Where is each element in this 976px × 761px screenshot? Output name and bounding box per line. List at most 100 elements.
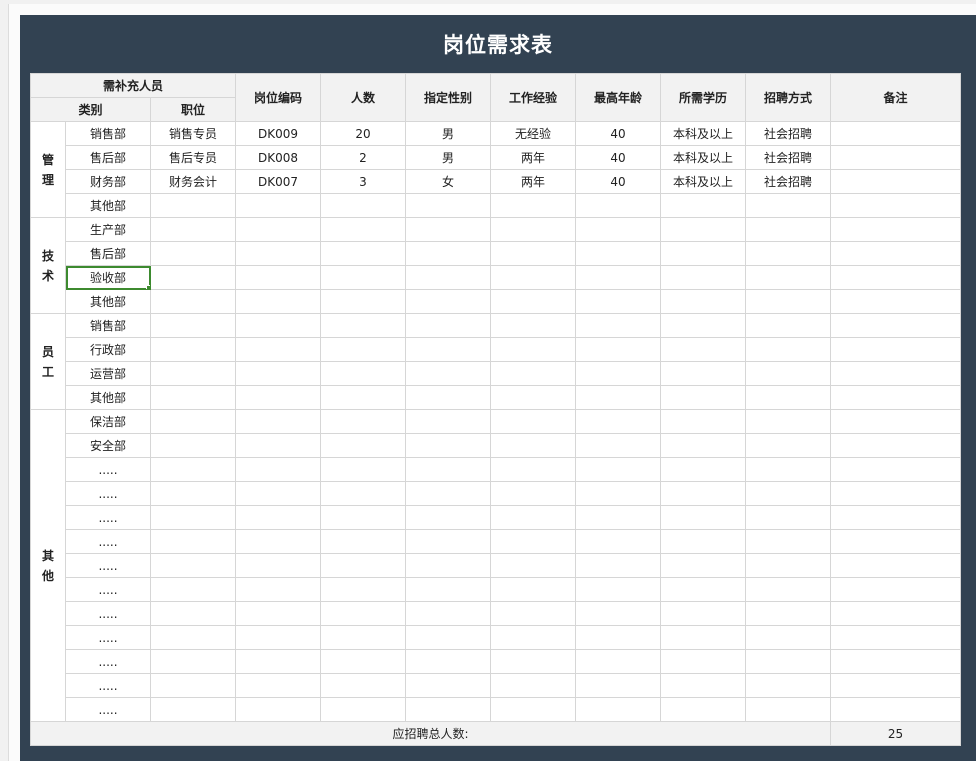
gender-cell[interactable] <box>405 625 491 650</box>
method-cell[interactable] <box>745 241 831 266</box>
education-cell[interactable] <box>660 433 746 458</box>
max-age-cell[interactable] <box>575 433 661 458</box>
remarks-cell[interactable] <box>830 169 961 194</box>
method-cell[interactable]: 社会招聘 <box>745 169 831 194</box>
gender-cell[interactable] <box>405 457 491 482</box>
method-cell[interactable]: 社会招聘 <box>745 121 831 146</box>
max-age-cell[interactable]: 40 <box>575 121 661 146</box>
remarks-cell[interactable] <box>830 409 961 434</box>
experience-cell[interactable] <box>490 577 576 602</box>
position-cell[interactable] <box>150 457 236 482</box>
method-cell[interactable] <box>745 289 831 314</box>
code-cell[interactable] <box>235 529 321 554</box>
remarks-cell[interactable] <box>830 265 961 290</box>
max-age-cell[interactable] <box>575 601 661 626</box>
position-cell[interactable] <box>150 529 236 554</box>
code-cell[interactable]: DK009 <box>235 121 321 146</box>
count-cell[interactable] <box>320 601 406 626</box>
remarks-cell[interactable] <box>830 145 961 170</box>
max-age-cell[interactable] <box>575 193 661 218</box>
department-cell[interactable]: ..... <box>65 697 151 722</box>
max-age-cell[interactable] <box>575 673 661 698</box>
position-cell[interactable] <box>150 409 236 434</box>
department-cell[interactable]: ..... <box>65 457 151 482</box>
position-cell[interactable] <box>150 193 236 218</box>
department-cell[interactable]: 安全部 <box>65 433 151 458</box>
position-cell[interactable] <box>150 625 236 650</box>
position-cell[interactable] <box>150 289 236 314</box>
total-label-cell[interactable]: 应招聘总人数: <box>30 721 831 746</box>
gender-cell[interactable] <box>405 649 491 674</box>
max-age-cell[interactable]: 40 <box>575 169 661 194</box>
header-group[interactable]: 需补充人员 <box>30 73 236 98</box>
experience-cell[interactable] <box>490 289 576 314</box>
gender-cell[interactable] <box>405 361 491 386</box>
code-cell[interactable] <box>235 481 321 506</box>
method-cell[interactable] <box>745 673 831 698</box>
method-cell[interactable] <box>745 337 831 362</box>
max-age-cell[interactable] <box>575 409 661 434</box>
code-cell[interactable] <box>235 241 321 266</box>
header-education[interactable]: 所需学历 <box>660 73 746 122</box>
department-cell[interactable]: 运营部 <box>65 361 151 386</box>
gender-cell[interactable] <box>405 433 491 458</box>
education-cell[interactable] <box>660 193 746 218</box>
max-age-cell[interactable] <box>575 529 661 554</box>
code-cell[interactable] <box>235 697 321 722</box>
experience-cell[interactable] <box>490 313 576 338</box>
method-cell[interactable] <box>745 481 831 506</box>
experience-cell[interactable] <box>490 193 576 218</box>
code-cell[interactable] <box>235 193 321 218</box>
code-cell[interactable] <box>235 457 321 482</box>
position-cell[interactable] <box>150 481 236 506</box>
position-cell[interactable] <box>150 265 236 290</box>
department-cell[interactable]: ..... <box>65 481 151 506</box>
max-age-cell[interactable] <box>575 337 661 362</box>
max-age-cell[interactable] <box>575 361 661 386</box>
code-cell[interactable] <box>235 649 321 674</box>
count-cell[interactable] <box>320 217 406 242</box>
position-cell[interactable] <box>150 601 236 626</box>
gender-cell[interactable] <box>405 193 491 218</box>
experience-cell[interactable]: 两年 <box>490 145 576 170</box>
count-cell[interactable] <box>320 457 406 482</box>
remarks-cell[interactable] <box>830 577 961 602</box>
category-cell[interactable]: 技术 <box>30 217 66 314</box>
experience-cell[interactable] <box>490 673 576 698</box>
experience-cell[interactable] <box>490 649 576 674</box>
total-value-cell[interactable]: 25 <box>830 721 961 746</box>
position-cell[interactable] <box>150 433 236 458</box>
max-age-cell[interactable] <box>575 505 661 530</box>
count-cell[interactable] <box>320 577 406 602</box>
code-cell[interactable] <box>235 505 321 530</box>
education-cell[interactable] <box>660 265 746 290</box>
gender-cell[interactable] <box>405 409 491 434</box>
position-cell[interactable] <box>150 385 236 410</box>
remarks-cell[interactable] <box>830 121 961 146</box>
count-cell[interactable] <box>320 313 406 338</box>
gender-cell[interactable] <box>405 313 491 338</box>
department-cell[interactable]: 售后部 <box>65 145 151 170</box>
department-cell[interactable]: 保洁部 <box>65 409 151 434</box>
education-cell[interactable] <box>660 385 746 410</box>
category-cell[interactable]: 管理 <box>30 121 66 218</box>
education-cell[interactable] <box>660 217 746 242</box>
method-cell[interactable] <box>745 217 831 242</box>
position-cell[interactable] <box>150 217 236 242</box>
gender-cell[interactable] <box>405 553 491 578</box>
remarks-cell[interactable] <box>830 553 961 578</box>
header-remarks[interactable]: 备注 <box>830 73 961 122</box>
department-cell[interactable]: ..... <box>65 625 151 650</box>
position-cell[interactable] <box>150 697 236 722</box>
experience-cell[interactable] <box>490 625 576 650</box>
experience-cell[interactable] <box>490 337 576 362</box>
count-cell[interactable] <box>320 385 406 410</box>
max-age-cell[interactable] <box>575 577 661 602</box>
education-cell[interactable]: 本科及以上 <box>660 121 746 146</box>
code-cell[interactable]: DK008 <box>235 145 321 170</box>
department-cell[interactable]: 售后部 <box>65 241 151 266</box>
count-cell[interactable] <box>320 193 406 218</box>
max-age-cell[interactable] <box>575 313 661 338</box>
education-cell[interactable] <box>660 457 746 482</box>
max-age-cell[interactable] <box>575 289 661 314</box>
